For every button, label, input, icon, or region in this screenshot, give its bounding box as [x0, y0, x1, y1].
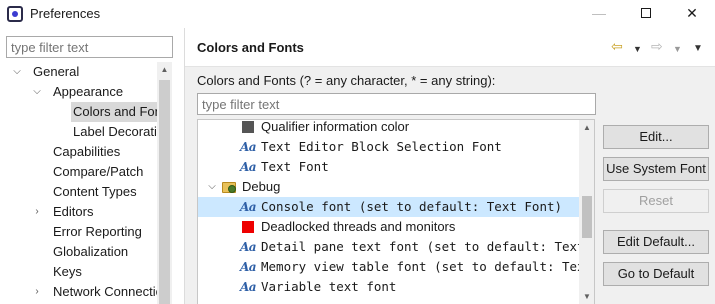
category-label: Debug: [242, 179, 281, 194]
tree-item[interactable]: › Network Connections: [0, 282, 158, 302]
font-icon: Aa: [240, 237, 257, 257]
minimize-icon: —: [592, 5, 606, 21]
forward-arrow-icon[interactable]: ⇨: [651, 38, 663, 54]
tree-item-label: Editors: [53, 204, 94, 219]
font-icon: Aa: [240, 197, 257, 217]
tree-item-label: Compare/Patch: [53, 164, 144, 179]
font-setting-row[interactable]: Aa Detail pane text font (set to default:…: [198, 237, 594, 257]
font-setting-row[interactable]: Aa Text Editor Block Selection Font: [198, 137, 579, 157]
tree-item-label: Appearance: [53, 84, 124, 99]
tree-item-label: Error Reporting: [53, 224, 142, 239]
font-glyph-icon: Aa: [240, 240, 257, 254]
go-to-default-button[interactable]: Go to Default: [603, 262, 709, 286]
font-setting-row[interactable]: Aa Memory view table font (set to default…: [198, 257, 594, 277]
navigation-filter-input[interactable]: [6, 36, 173, 58]
chevron-down-icon[interactable]: ⌵: [12, 62, 22, 82]
reset-button[interactable]: Reset: [603, 189, 709, 213]
setting-label: Memory view table font (set to default: …: [261, 259, 594, 274]
font-glyph-icon: Aa: [240, 280, 257, 294]
setting-label: Qualifier information color: [261, 119, 410, 134]
page-header: Colors and Fonts ⇦ ▼ ⇨ ▼ ▼: [185, 28, 715, 66]
edit-default-button[interactable]: Edit Default...: [603, 230, 709, 254]
tree-item[interactable]: ⌵ General: [0, 62, 158, 82]
tree-item-label: Content Types: [53, 184, 137, 199]
preference-tree: ⌵ General ⌵ Appearance Colors and Fonts Label…: [0, 62, 158, 304]
tree-item[interactable]: Content Types: [0, 182, 158, 202]
scroll-down-icon[interactable]: ▼: [579, 289, 594, 304]
font-icon: Aa: [240, 277, 257, 297]
font-icon: Aa: [240, 257, 257, 277]
font-glyph-icon: Aa: [240, 200, 257, 214]
title-bar: Preferences — ✕: [0, 0, 715, 28]
close-button[interactable]: ✕: [670, 2, 714, 26]
app-icon: [7, 6, 23, 22]
tree-item[interactable]: Error Reporting: [0, 222, 158, 242]
font-setting-row[interactable]: Aa Variable text font: [198, 277, 579, 297]
maximize-icon: [641, 8, 651, 18]
scrollbar-thumb[interactable]: [159, 80, 170, 304]
tree-item-label: Colors and Fonts: [71, 102, 158, 122]
font-glyph-icon: Aa: [240, 160, 257, 174]
edit-button[interactable]: Edit...: [603, 125, 709, 149]
setting-label: Text Editor Block Selection Font: [261, 139, 502, 154]
tree-item-label: Keys: [53, 264, 82, 279]
tree-item-label: Globalization: [53, 244, 129, 259]
tree-item-label: Label Decorations: [73, 124, 158, 139]
font-glyph-icon: Aa: [240, 140, 257, 154]
tree-item[interactable]: ⌵ Appearance: [0, 82, 158, 102]
view-menu-icon[interactable]: ▼: [693, 41, 703, 57]
scroll-up-icon[interactable]: ▲: [579, 120, 594, 136]
close-icon: ✕: [686, 5, 698, 21]
back-arrow-icon[interactable]: ⇦: [611, 38, 623, 54]
minimize-button[interactable]: —: [577, 2, 621, 26]
color-swatch: [242, 221, 254, 233]
chevron-down-icon[interactable]: ⌵: [206, 177, 218, 197]
scroll-up-icon[interactable]: ▲: [157, 62, 172, 78]
tree-item[interactable]: Label Decorations: [0, 122, 158, 142]
color-setting-row[interactable]: Qualifier information color: [198, 119, 579, 137]
tree-item[interactable]: › Editors: [0, 202, 158, 222]
tree-item-label: Network Connections: [53, 284, 158, 299]
debug-folder-icon: [222, 180, 238, 193]
setting-label: Text Font: [261, 159, 329, 174]
font-icon: Aa: [240, 137, 257, 157]
setting-label: Console font (set to default: Text Font): [261, 199, 563, 214]
scrollbar-thumb[interactable]: [582, 196, 592, 238]
tree-scrollbar[interactable]: ▲: [157, 62, 172, 304]
color-swatch-icon: [240, 217, 256, 237]
font-setting-row[interactable]: Aa Text Font: [198, 157, 579, 177]
setting-label: Variable text font: [261, 279, 397, 294]
maximize-button[interactable]: [624, 2, 668, 26]
category-row[interactable]: ⌵ Debug: [198, 177, 579, 197]
tree-item-label: General: [33, 64, 80, 79]
color-setting-row[interactable]: Deadlocked threads and monitors: [198, 217, 579, 237]
back-history-dropdown-icon[interactable]: ▼: [633, 41, 642, 57]
page-content: Colors and Fonts (? = any character, * =…: [185, 67, 715, 304]
tree-item[interactable]: Keys: [0, 262, 158, 282]
preference-navigation: ⌵ General ⌵ Appearance Colors and Fonts Label…: [0, 32, 178, 304]
setting-label: Deadlocked threads and monitors: [261, 219, 456, 234]
font-glyph-icon: Aa: [240, 260, 257, 274]
color-swatch: [242, 121, 254, 133]
setting-label: Detail pane text font (set to default: T…: [261, 239, 595, 254]
color-swatch-icon: [240, 120, 256, 137]
chevron-down-icon[interactable]: ⌵: [32, 82, 42, 102]
colors-filter-input[interactable]: [197, 93, 596, 115]
forward-history-dropdown-icon[interactable]: ▼: [673, 41, 682, 57]
page-title: Colors and Fonts: [197, 40, 304, 55]
filter-description: Colors and Fonts (? = any character, * =…: [197, 73, 496, 88]
chevron-right-icon[interactable]: ›: [32, 282, 42, 302]
font-icon: Aa: [240, 157, 257, 177]
colors-fonts-tree: Qualifier information color Aa Text Editor…: [197, 119, 595, 304]
list-scrollbar[interactable]: ▲ ▼: [579, 120, 594, 304]
window-title: Preferences: [30, 6, 101, 21]
font-setting-row[interactable]: Aa Console font (set to default: Text Fon…: [198, 197, 579, 217]
tree-item[interactable]: Compare/Patch: [0, 162, 158, 182]
tree-item-label: Capabilities: [53, 144, 121, 159]
chevron-right-icon[interactable]: ›: [32, 202, 42, 222]
tree-item[interactable]: Globalization: [0, 242, 158, 262]
tree-item[interactable]: Capabilities: [0, 142, 158, 162]
tree-item[interactable]: Colors and Fonts: [0, 102, 158, 122]
use-system-font-button[interactable]: Use System Font: [603, 157, 709, 181]
